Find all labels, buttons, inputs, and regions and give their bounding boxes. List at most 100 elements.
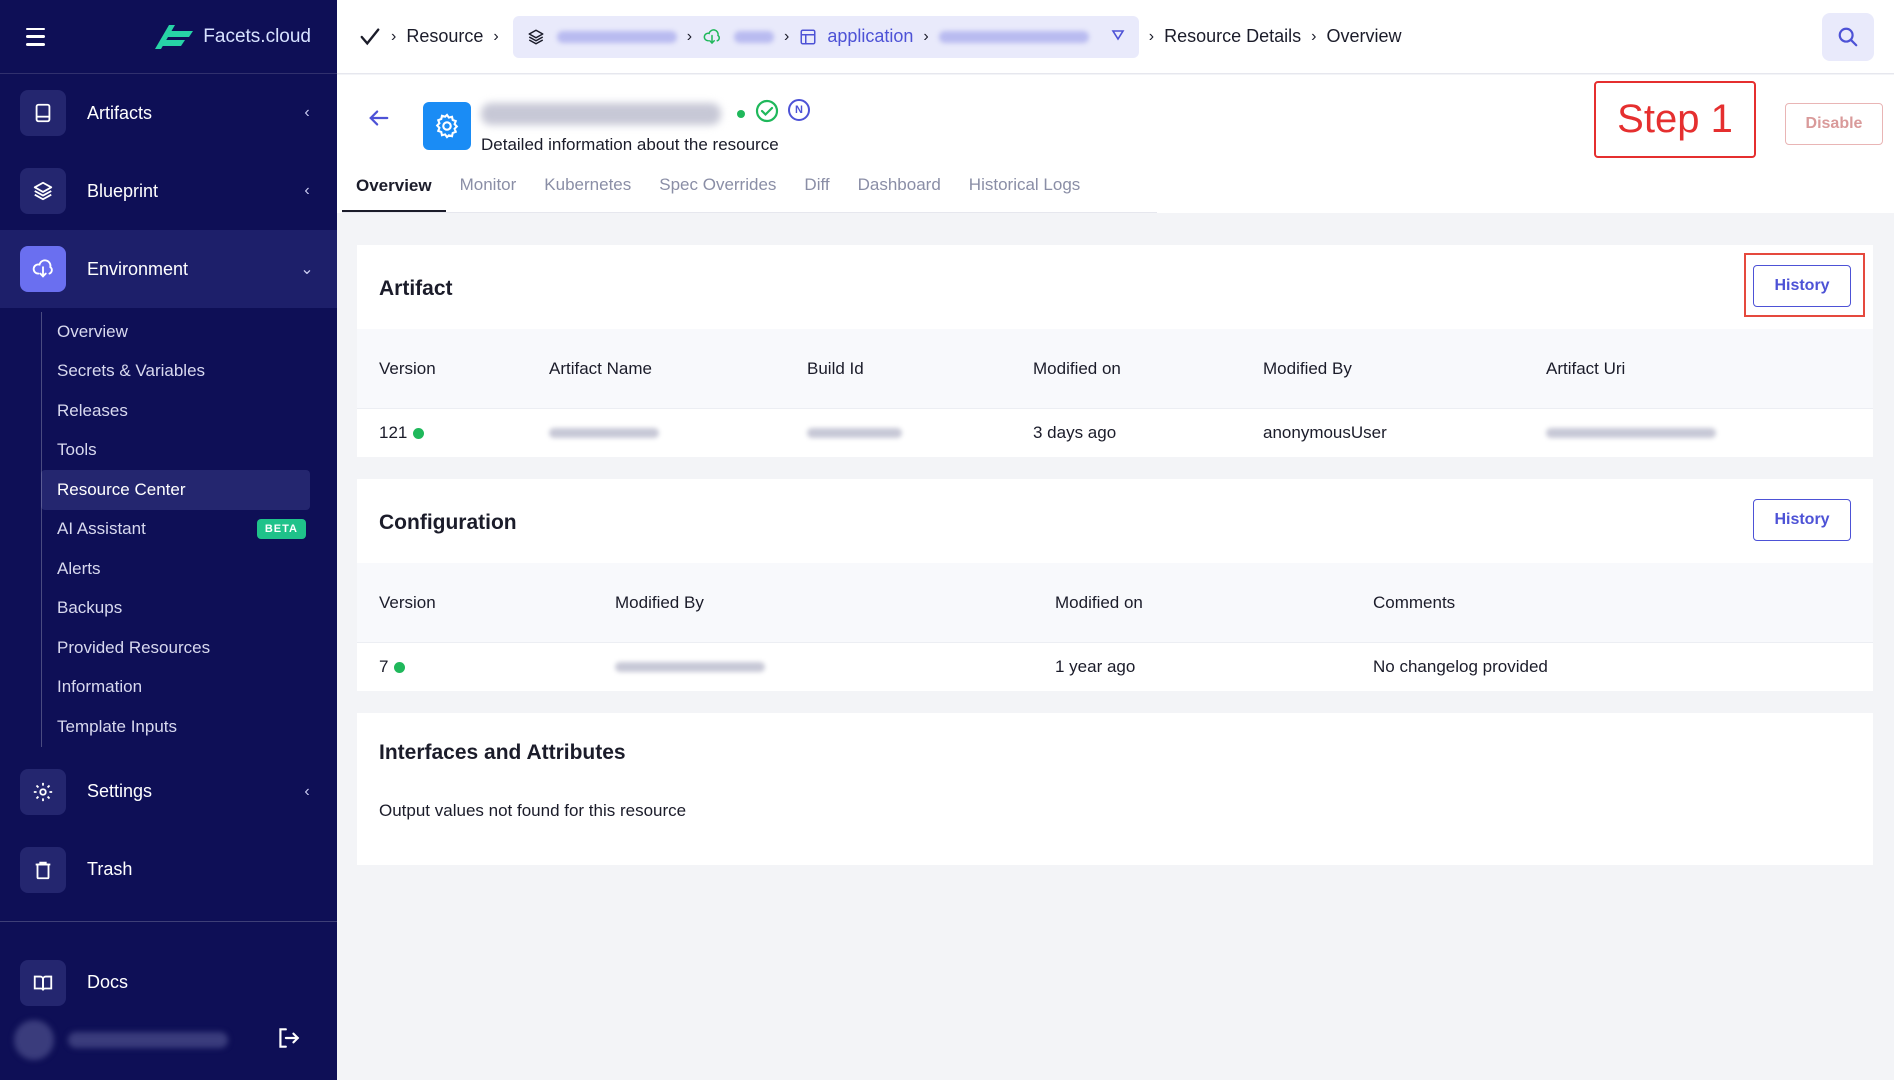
breadcrumb-overview: Overview [1326,26,1402,46]
chevron-left-icon: ‹ [304,182,310,199]
sidebar-subitem-releases[interactable]: Releases [41,391,310,431]
brand-name: Facets.cloud [203,25,311,47]
sidebar-subitem-resource-center[interactable]: Resource Center [41,470,310,510]
sidebar-item-artifacts[interactable]: Artifacts ‹ [0,74,337,152]
build-id-cell [807,409,902,457]
sidebar-divider [0,920,337,922]
sidebar-item-label: Blueprint [87,180,159,201]
version-cell: 121 [379,409,425,457]
sidebar-item-label: Trash [87,859,133,879]
avatar[interactable] [14,1020,54,1060]
logout-icon[interactable] [275,1025,301,1056]
sidebar-item-label: Artifacts [87,102,153,123]
redacted-text [549,428,659,438]
breadcrumb-resource[interactable]: Resource [406,26,483,47]
disable-button[interactable]: Disable [1785,103,1883,145]
gear-icon [423,102,471,150]
caret-down-icon [1111,28,1125,46]
resource-header: N Detailed information about the resourc… [337,75,1894,213]
tab-kubernetes[interactable]: Kubernetes [530,161,645,209]
sidebar-item-label: Settings [87,781,153,801]
table-row: 7 1 year ago No changelog provided [357,643,1873,691]
user-footer [0,1000,337,1080]
trash-icon [20,846,66,893]
status-dot [413,427,425,439]
card-title: Artifact [379,277,453,300]
chevron-right-icon: › [493,27,499,45]
environment-submenu: Overview Secrets & Variables Releases To… [0,308,337,753]
tab-overview[interactable]: Overview [342,161,446,213]
breadcrumb-resource-details[interactable]: Resource Details [1164,26,1301,47]
configuration-card: Configuration History Version Modified B… [357,479,1873,691]
template-icon [800,29,816,44]
modified-by-cell: anonymousUser [1263,423,1387,442]
chevron-right-icon: › [1311,27,1317,45]
sidebar-subitem-template-inputs[interactable]: Template Inputs [41,707,310,747]
breadcrumb-application: application [827,26,914,46]
sidebar-item-label: Environment [87,258,189,279]
column-header: Artifact Uri [1546,359,1626,378]
column-header: Build Id [807,359,864,378]
search-icon [1838,27,1858,47]
column-header: Modified By [1263,359,1352,378]
configuration-history-button[interactable]: History [1753,499,1851,541]
chevron-left-icon: ‹ [304,782,310,800]
back-arrow-icon[interactable] [367,107,391,134]
sidebar-subitem-overview[interactable]: Overview [41,312,310,352]
breadcrumb: › Resource › › › application › › Resourc… [337,0,1894,74]
sidebar-subitem-tools[interactable]: Tools [41,431,310,471]
tab-divider [342,212,1157,213]
comments-cell: No changelog provided [1373,657,1548,676]
sidebar-item-label: Docs [87,972,129,992]
tab-historical-logs[interactable]: Historical Logs [955,161,1095,209]
artifact-icon [20,90,66,136]
table-header: Version Modified By Modified on Comments [357,563,1873,643]
user-name-redacted [68,1032,228,1048]
tab-diff[interactable]: Diff [790,161,843,209]
sidebar-subitem-provided-resources[interactable]: Provided Resources [41,628,310,668]
menu-icon[interactable] [26,27,46,46]
project-name-redacted [556,30,677,43]
column-header: Version [379,593,436,612]
chevron-right-icon: › [1148,27,1155,45]
sidebar-item-trash[interactable]: Trash [0,831,337,909]
sidebar-item-blueprint[interactable]: Blueprint ‹ [0,152,337,230]
modified-by-cell [615,643,765,691]
column-header: Artifact Name [549,359,652,378]
tab-bar: Overview Monitor Kubernetes Spec Overrid… [342,161,1094,213]
tab-monitor[interactable]: Monitor [446,161,531,209]
interfaces-card: Interfaces and Attributes Output values … [357,713,1873,865]
layers-icon [20,168,66,214]
search-button[interactable] [1822,13,1874,61]
cloud-download-icon [703,28,721,44]
tab-dashboard[interactable]: Dashboard [844,161,955,209]
column-header: Version [379,359,436,378]
brand-logo[interactable]: Facets.cloud [151,23,311,51]
column-header: Modified on [1055,593,1143,612]
column-header: Comments [1373,593,1456,612]
table-row: 121 3 days ago anonymousUser [357,409,1873,457]
chevron-down-icon: ⌄ [300,261,314,278]
empty-state-message: Output values not found for this resourc… [379,801,687,820]
breadcrumb-selector[interactable]: › › application › [512,15,1139,58]
sidebar-subitem-backups[interactable]: Backups [41,589,310,629]
facets-logo-icon [155,24,194,49]
sidebar-item-environment[interactable]: Environment ⌄ [0,230,337,308]
sidebar: Facets.cloud Artifacts ‹ Blueprint ‹ Env… [0,0,337,1080]
tab-spec-overrides[interactable]: Spec Overrides [645,161,790,209]
sidebar-subitem-ai-assistant[interactable]: AI Assistant BETA [41,510,310,550]
page-subtitle: Detailed information about the resource [481,135,779,154]
submenu-guide-line [41,312,42,747]
resource-name-redacted [938,30,1089,43]
resource-title-redacted [481,103,721,125]
artifact-history-button[interactable]: History [1753,265,1851,307]
sidebar-subitem-secrets-variables[interactable]: Secrets & Variables [41,352,310,392]
sidebar-subitem-alerts[interactable]: Alerts [41,549,310,589]
chevron-left-icon: ‹ [304,104,310,121]
modified-on-cell: 1 year ago [1055,657,1136,676]
column-header: Modified By [615,593,704,612]
facets-check-icon[interactable] [359,26,381,48]
sidebar-item-settings[interactable]: Settings ‹ [0,753,337,831]
sidebar-subitem-information[interactable]: Information [41,668,310,708]
gear-icon [20,768,66,815]
